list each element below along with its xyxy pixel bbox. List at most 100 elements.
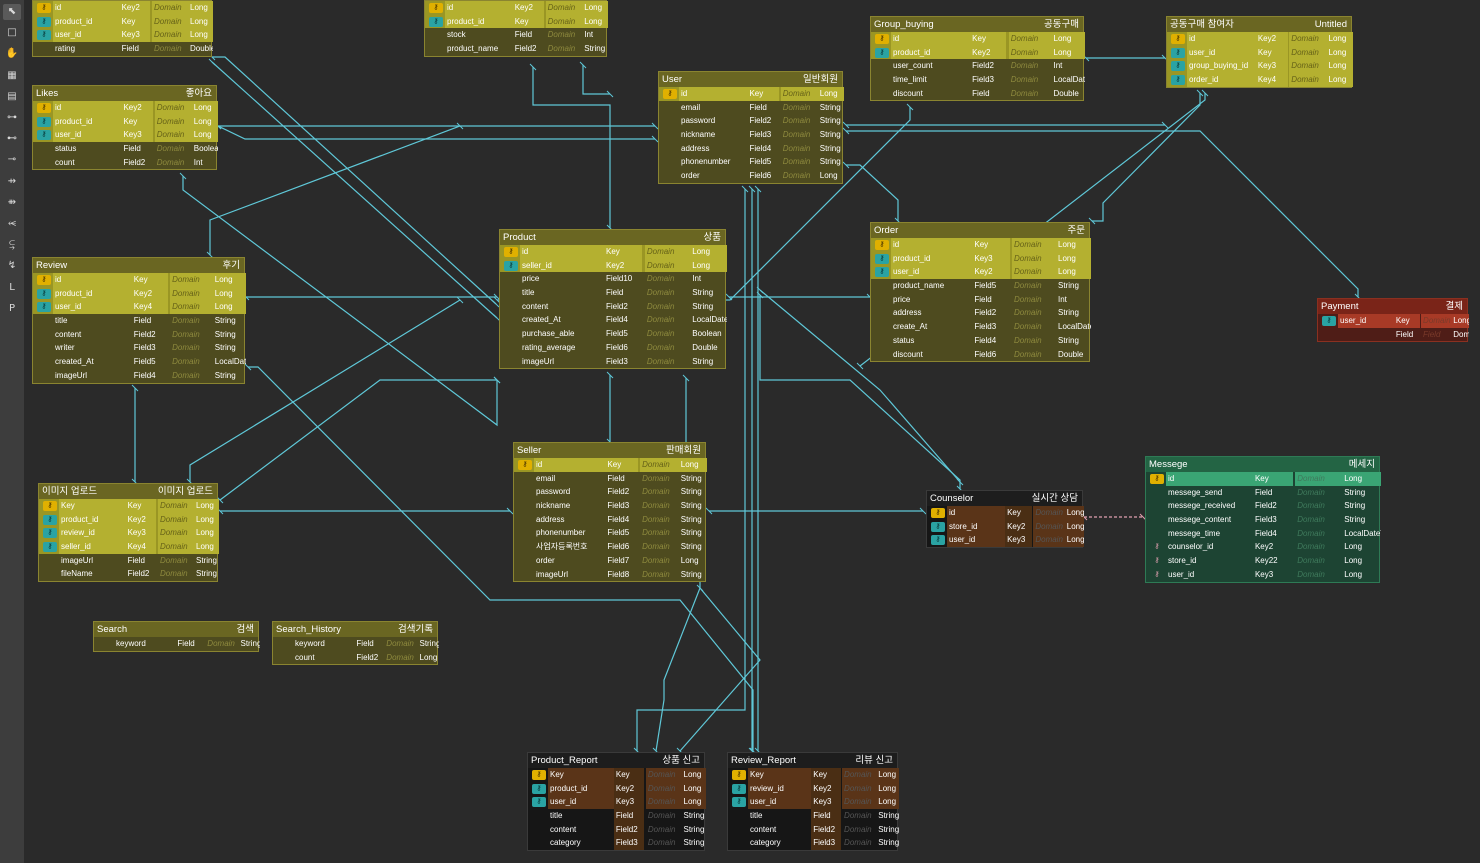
column-row[interactable]: ⚷ user_id Key3 Domain Long — [1146, 568, 1379, 582]
entity-table[interactable]: Order 주문 ⚷ id Key Domain Long ⚷ product_id Key3 Do… — [870, 222, 1091, 363]
column-row[interactable]: ⚷ seller_id Key2 Domain Long — [500, 258, 727, 273]
column-row[interactable]: imageUrl Field Domain String — [39, 554, 217, 568]
column-row[interactable]: nickname Field3 Domain String — [514, 499, 705, 513]
column-row[interactable]: price Field Domain Int — [871, 293, 1089, 307]
column-row[interactable]: ⚷ order_id Key4 Domain Long — [1167, 73, 1353, 87]
column-row[interactable]: address Field4 Domain String — [659, 142, 842, 156]
column-row[interactable]: order Field6 Domain Long — [659, 169, 842, 183]
column-row[interactable]: content Field2 Domain String — [528, 822, 704, 837]
column-row[interactable]: messege_send Field Domain String — [1146, 486, 1379, 500]
column-row[interactable]: ⚷ Key Key Domain Long — [39, 499, 219, 513]
entity-header[interactable]: Counselor 실시간 상담 — [927, 491, 1082, 506]
entity-header[interactable]: User 일반회원 — [659, 72, 842, 87]
entity-table[interactable]: Search_History 검색기록 keyword Field Domain Stri… — [272, 621, 439, 666]
entity-table[interactable]: Review 후기 ⚷ id Key Domain Long ⚷ product_id Key2 D… — [32, 257, 246, 384]
column-row[interactable]: ⚷ store_id Key2 Domain Long — [927, 519, 1084, 534]
column-row[interactable]: count Field2 Domain Int — [33, 156, 216, 170]
column-row[interactable]: created_At Field5 Domain LocalDateTime — [33, 355, 246, 369]
column-row[interactable]: ⚷ user_id Key4 Domain Long — [33, 300, 246, 315]
entity-header[interactable]: Order 주문 — [871, 223, 1089, 238]
column-row[interactable]: imageUrl Field3 Domain String — [500, 355, 725, 369]
column-row[interactable]: ⚷ product_id Key Domain Long — [33, 114, 218, 129]
column-row[interactable]: ⚷ product_id Key Domain Long — [425, 14, 608, 29]
column-row[interactable]: created_At Field4 Domain LocalDateTime — [500, 313, 727, 327]
relation-line[interactable] — [679, 587, 761, 752]
column-row[interactable]: ⚷ Key Key Domain Long — [528, 768, 706, 782]
column-row[interactable]: ⚷ id Key2 Domain Long — [33, 1, 213, 15]
entity-header[interactable]: 이미지 업로드 이미지 업로드 — [39, 484, 217, 499]
column-row[interactable]: keyword Field Domain String — [94, 637, 260, 651]
column-row[interactable]: ⚷ review_id Key2 Domain Long — [728, 781, 899, 796]
column-row[interactable]: ⚷ user_id Key3 Domain Long — [33, 128, 218, 143]
column-row[interactable]: ⚷ seller_id Key4 Domain Long — [39, 540, 219, 554]
column-row[interactable]: ⚷ id Key Domain Long — [514, 458, 707, 472]
column-row[interactable]: status Field Domain Boolean — [33, 142, 218, 156]
relation-line[interactable] — [217, 125, 655, 140]
column-row[interactable]: ⚷ Key Key Domain Long — [728, 768, 899, 782]
column-row[interactable]: ⚷ user_id Key3 Domain Long — [33, 28, 213, 43]
column-row[interactable]: ⚷ product_id Key2 Domain Long — [39, 512, 219, 527]
column-row[interactable]: ⚷ id Key Domain Long — [659, 87, 844, 101]
entity-table[interactable]: Messege 메세지 ⚷ id Key Domain Long messege_send Fi… — [1145, 456, 1381, 583]
column-row[interactable]: user_count Field2 Domain Int — [871, 59, 1083, 73]
entity-table[interactable]: Product_Report 상품 신고 ⚷ Key Key Domain Long ⚷ pro… — [527, 752, 706, 852]
entity-table[interactable]: Search 검색 keyword Field Domain String — [93, 621, 260, 652]
entity-table[interactable]: Review_Report 리뷰 신고 ⚷ Key Key Domain Long ⚷ revi… — [727, 752, 899, 852]
column-row[interactable]: messege_received Field2 Domain String — [1146, 499, 1379, 513]
column-row[interactable]: nickname Field3 Domain String — [659, 128, 842, 142]
relation-line[interactable] — [532, 67, 611, 228]
column-row[interactable]: title Field Domain String — [528, 809, 704, 823]
column-row[interactable]: discount Field Domain Double — [871, 87, 1083, 101]
column-row[interactable]: ⚷ id Key2 Domain Long — [33, 101, 218, 115]
column-row[interactable]: address Field2 Domain String — [871, 306, 1089, 320]
entity-header[interactable]: Seller 판매회원 — [514, 443, 705, 458]
entity-header[interactable]: Search_History 검색기록 — [273, 622, 437, 637]
relation-line[interactable] — [212, 56, 497, 305]
column-row[interactable]: phonenumber Field5 Domain String — [659, 155, 842, 169]
column-row[interactable]: ⚷ id Key Domain Long — [927, 506, 1084, 520]
column-row[interactable]: title Field Domain String — [500, 286, 725, 300]
entity-header[interactable]: Payment 결제 — [1318, 299, 1467, 314]
column-row[interactable]: rating_average Field6 Domain Double — [500, 341, 725, 355]
entity-table[interactable]: ⚷ id Key2 Domain Long ⚷ product_id Key Domain Lon… — [424, 0, 608, 57]
column-row[interactable]: ⚷ group_buying_id Key3 Domain Long — [1167, 59, 1353, 74]
entity-table[interactable]: 공동구매 참여자 Untitled ⚷ id Key2 Domain Long ⚷ user_i… — [1166, 16, 1353, 88]
column-row[interactable]: ⚷ review_id Key3 Domain Long — [39, 526, 219, 541]
column-row[interactable]: Field Field Domain — [1318, 328, 1469, 342]
entity-header[interactable]: Review_Report 리뷰 신고 — [728, 753, 897, 768]
column-row[interactable]: purchase_able Field5 Domain Boolean — [500, 327, 725, 341]
column-row[interactable]: ⚷ user_id Key3 Domain Long — [728, 795, 899, 810]
column-row[interactable]: ⚷ user_id Key Domain Long — [1167, 45, 1353, 60]
column-row[interactable]: ⚷ id Key Domain Long — [871, 238, 1091, 252]
column-row[interactable]: content Field2 Domain String — [728, 822, 899, 837]
entity-header[interactable]: Review 후기 — [33, 258, 244, 273]
column-row[interactable]: count Field2 Domain Long — [273, 651, 437, 665]
column-row[interactable]: rating Field Domain Double — [33, 42, 213, 56]
relation-line[interactable] — [209, 125, 461, 255]
entity-table[interactable]: Product 상품 ⚷ id Key Domain Long ⚷ seller_id Key2 D… — [499, 229, 727, 370]
column-row[interactable]: time_limit Field3 Domain LocalDateTime — [871, 73, 1085, 87]
entity-header[interactable]: Group_buying 공동구매 — [871, 17, 1083, 32]
column-row[interactable]: ⚷ product_id Key2 Domain Long — [528, 781, 706, 796]
column-row[interactable]: price Field10 Domain Int — [500, 272, 725, 286]
entity-table[interactable]: Counselor 실시간 상담 ⚷ id Key Domain Long ⚷ store_id… — [926, 490, 1084, 549]
column-row[interactable]: password Field2 Domain String — [659, 114, 842, 128]
column-row[interactable]: 사업자등록번호 Field6 Domain String — [514, 540, 705, 554]
column-row[interactable]: address Field4 Domain String — [514, 513, 705, 527]
column-row[interactable]: ⚷ user_id Key2 Domain Long — [871, 265, 1091, 280]
column-row[interactable]: ⚷ id Key Domain Long — [500, 245, 727, 259]
column-row[interactable]: ⚷ product_id Key Domain Long — [33, 14, 213, 29]
column-row[interactable]: keyword Field Domain String — [273, 637, 439, 651]
column-row[interactable]: password Field2 Domain String — [514, 485, 705, 499]
relation-line[interactable] — [846, 164, 899, 221]
column-row[interactable]: imageUrl Field4 Domain String — [33, 369, 244, 383]
column-row[interactable]: ⚷ id Key2 Domain Long — [1167, 32, 1353, 46]
entity-header[interactable]: Messege 메세지 — [1146, 457, 1379, 472]
column-row[interactable]: ⚷ user_id Key3 Domain Long — [927, 533, 1084, 548]
entity-table[interactable]: Likes 좋아요 ⚷ id Key2 Domain Long ⚷ product_id Key D… — [32, 85, 218, 171]
column-row[interactable]: ⚷ id Key Domain Long — [871, 32, 1085, 46]
column-row[interactable]: title Field Domain String — [33, 314, 244, 328]
entity-table[interactable]: Seller 판매회원 ⚷ id Key Domain Long email Field Doma… — [513, 442, 707, 583]
column-row[interactable]: ⚷ product_id Key2 Domain Long — [871, 45, 1085, 60]
relation-line[interactable] — [211, 61, 498, 319]
